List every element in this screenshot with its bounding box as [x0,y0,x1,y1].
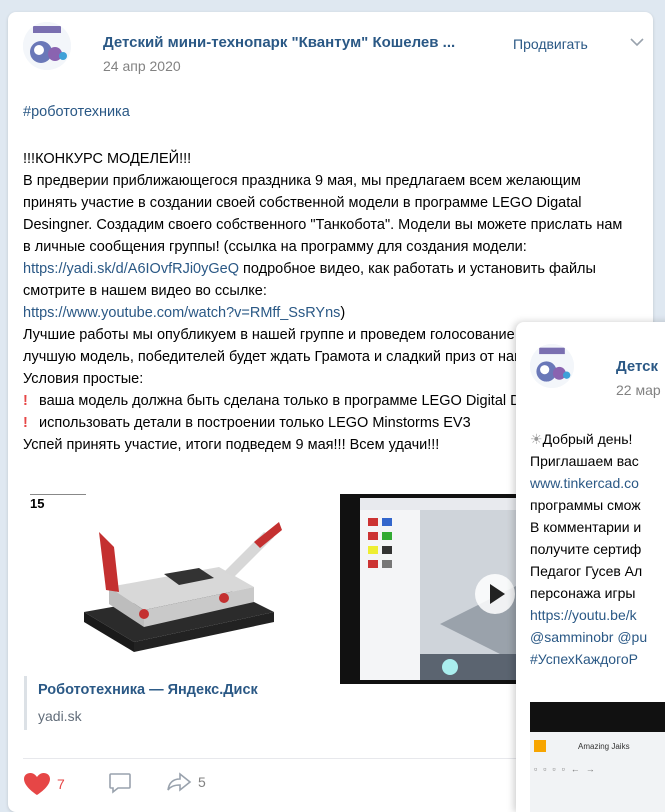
snippet-divider [24,676,27,730]
text-line: ☀Добрый день! [530,431,633,447]
group-avatar[interactable] [530,344,574,388]
group-avatar[interactable] [23,22,71,70]
chevron-down-icon[interactable] [630,34,644,50]
second-post-card: Детск 22 мар ☀Добрый день! Приглашаем ва… [516,322,665,812]
image-label: 15 [30,496,45,511]
text-line: программы смож [530,497,641,513]
text-line[interactable]: @samminobr @pu [530,626,665,648]
text-line[interactable]: https://youtu.be/k [530,604,665,626]
post-text: ☀Добрый день! Приглашаем вас www.tinkerc… [530,428,665,670]
share-icon [167,772,192,792]
snippet-title[interactable]: Робототехника — Яндекс.Диск [38,682,258,698]
comment-icon [109,773,131,794]
text-line: Педагог Гусев Ал [530,563,643,579]
comment-button[interactable] [108,772,132,794]
share-button[interactable]: 5 [166,772,206,792]
youtube-link[interactable]: https://www.youtube.com/watch?v=RMff_SsR… [23,305,340,321]
robot-image[interactable]: 15 [24,492,309,682]
post-hashtag[interactable]: #робототехника [23,104,130,120]
text-line[interactable]: www.tinkercad.co [530,472,665,494]
promote-button[interactable]: Продвигать [513,36,588,52]
text-line: В комментарии и [530,519,642,535]
text-line[interactable]: #УспехКаждогоР [530,648,665,670]
post-author[interactable]: Детский мини-технопарк "Квантум" Кошелев… [103,34,455,51]
post-title: !!!КОНКУРС МОДЕЛЕЙ!!! [23,151,192,167]
like-count: 7 [57,776,65,792]
heart-icon [24,773,50,795]
video-title: Amazing Jaiks [578,742,630,751]
share-count: 5 [198,774,206,790]
yadisk-link[interactable]: https://yadi.sk/d/A6IOvfRJi0yGeQ [23,261,239,277]
video-thumbnail[interactable]: Amazing Jaiks ▫▫▫▫←→ [530,702,665,812]
toolbar-icons: ▫▫▫▫←→ [534,764,601,774]
exclamation-icon: ! [23,415,28,431]
lego-robot-icon [84,522,282,652]
post-paragraph: В предверии приближающегося праздника 9 … [23,173,623,321]
text-line: получите сертиф [530,541,642,557]
snippet-domain: yadi.sk [38,708,82,724]
post-date[interactable]: 22 мар [616,382,661,398]
sun-icon: ☀ [530,431,543,447]
text-line: персонажа игры [530,585,636,601]
kvantum-logo-icon [530,344,574,388]
exclamation-icon: ! [23,393,28,409]
kvantum-logo-icon [23,22,71,70]
post-date[interactable]: 24 апр 2020 [103,58,181,74]
post-author[interactable]: Детск [616,358,658,375]
text-line: Приглашаем вас [530,453,639,469]
like-button[interactable]: 7 [23,772,65,796]
